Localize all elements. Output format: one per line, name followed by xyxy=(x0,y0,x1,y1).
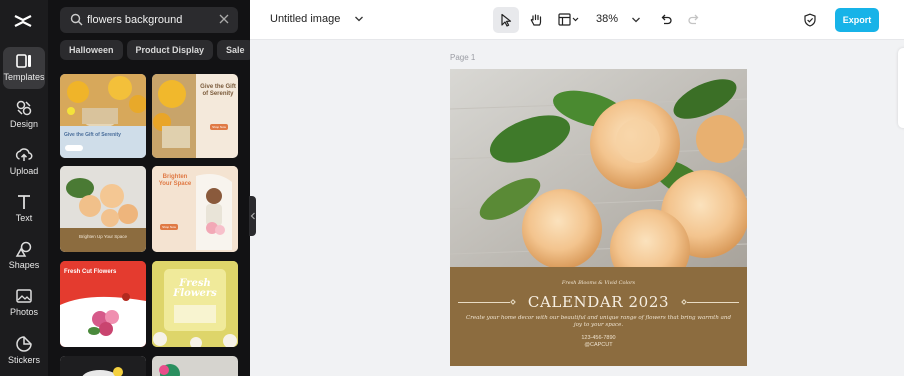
export-button[interactable]: Export xyxy=(835,8,879,32)
chip-halloween[interactable]: Halloween xyxy=(60,40,123,60)
close-icon[interactable] xyxy=(218,13,230,25)
shapes-icon xyxy=(15,241,32,257)
template-thumbnail[interactable]: Brighten Up Your Space xyxy=(60,166,146,252)
page-label: Page 1 xyxy=(450,53,476,62)
chevron-down-icon[interactable] xyxy=(631,16,641,24)
filter-chips: Halloween Product Display Sale xyxy=(60,40,250,60)
rail-label: Templates xyxy=(3,72,45,82)
security-button[interactable] xyxy=(797,7,823,33)
template-thumbnail[interactable]: Give the Gift of Serenity xyxy=(60,74,146,158)
contact-handle: @CAPCUT xyxy=(584,342,613,348)
template-thumbnail[interactable] xyxy=(60,356,146,376)
calendar-text-band[interactable]: Fresh Blooms & Vivid Colors CALENDAR 202… xyxy=(450,267,747,366)
chip-product-display[interactable]: Product Display xyxy=(126,40,214,60)
rail-label: Shapes xyxy=(8,260,40,270)
shield-check-icon xyxy=(804,13,816,27)
rail-label: Photos xyxy=(9,307,39,317)
photos-icon xyxy=(16,289,32,303)
template-preview-image xyxy=(152,356,238,376)
design-icon xyxy=(16,100,32,116)
search-icon xyxy=(70,13,83,26)
hand-tool-button[interactable] xyxy=(523,7,549,33)
template-preview-image xyxy=(60,356,146,376)
capcut-logo-icon xyxy=(14,15,32,27)
search-input[interactable] xyxy=(87,10,217,30)
rail-label: Text xyxy=(15,213,33,223)
template-thumbnail[interactable]: Brighten Your Space Shop Now xyxy=(152,166,238,252)
templates-panel: HalloweenProduct DisplaySale Give the Gi… xyxy=(48,0,250,376)
thumb-button: Shop Now xyxy=(212,125,226,129)
thumb-title: Give the Gift of Serenity xyxy=(200,84,236,97)
search-box[interactable] xyxy=(60,7,238,33)
redo-icon xyxy=(688,14,699,25)
roses-photo[interactable] xyxy=(450,69,747,269)
layout-icon xyxy=(558,13,579,26)
thumb-title: Brighten Your Space xyxy=(158,174,192,187)
pointer-icon xyxy=(501,13,512,27)
document-title[interactable]: Untitled image xyxy=(270,13,340,25)
template-preview-image xyxy=(152,261,238,347)
zoom-level[interactable]: 38% xyxy=(596,13,618,25)
top-bar: Untitled image 38% Export xyxy=(250,0,904,40)
rail-item-templates[interactable]: Templates xyxy=(0,47,48,91)
template-thumbnail[interactable]: Fresh Flowers xyxy=(152,261,238,347)
chevron-down-icon[interactable] xyxy=(354,15,364,23)
rail-item-upload[interactable]: Upload xyxy=(0,141,48,185)
left-rail: Templates Design Upload Text Shapes Phot… xyxy=(0,0,48,376)
calendar-description[interactable]: Create your home decor with our beautifu… xyxy=(466,315,731,329)
template-thumbnail[interactable]: Fresh Cut Flowers xyxy=(60,261,146,347)
thumb-title: Fresh Cut Flowers xyxy=(64,269,117,275)
rail-item-photos[interactable]: Photos xyxy=(0,282,48,326)
undo-button[interactable] xyxy=(653,7,679,33)
panel-collapse-handle[interactable] xyxy=(249,196,256,236)
template-thumbnail[interactable] xyxy=(152,356,238,376)
rail-item-design[interactable]: Design xyxy=(0,94,48,138)
rail-label: Design xyxy=(9,119,38,129)
rail-item-text[interactable]: Text xyxy=(0,188,48,232)
thumb-button: Shop Now xyxy=(162,225,176,229)
right-panel-tab[interactable] xyxy=(898,48,904,128)
divider-line xyxy=(687,302,739,303)
rail-label: Upload xyxy=(9,166,39,176)
resize-button[interactable] xyxy=(552,7,584,33)
app: Templates Design Upload Text Shapes Phot… xyxy=(0,0,904,376)
stickers-icon xyxy=(16,336,32,352)
template-thumbnail[interactable]: Give the Gift of Serenity Shop Now xyxy=(152,74,238,158)
templates-icon xyxy=(16,54,31,68)
chip-sale[interactable]: Sale xyxy=(217,40,250,60)
rail-item-stickers[interactable]: Stickers xyxy=(0,330,48,374)
design-canvas[interactable]: Fresh Blooms & Vivid Colors CALENDAR 202… xyxy=(450,69,747,366)
rail-label: Stickers xyxy=(7,355,40,365)
template-preview-image xyxy=(60,74,146,158)
redo-button[interactable] xyxy=(681,7,707,33)
calendar-contact[interactable]: 123-456-7890 @CAPCUT xyxy=(450,335,747,349)
contact-phone: 123-456-7890 xyxy=(581,335,616,341)
chevron-left-icon xyxy=(250,212,255,220)
thumb-title: Fresh Flowers xyxy=(173,278,217,299)
template-preview-image xyxy=(60,166,146,252)
upload-icon xyxy=(15,148,33,161)
rail-item-shapes[interactable]: Shapes xyxy=(0,235,48,279)
hand-icon xyxy=(530,14,542,26)
thumb-title: Give the Gift of Serenity xyxy=(64,132,121,138)
undo-icon xyxy=(661,14,672,25)
select-tool-button[interactable] xyxy=(493,7,519,33)
thumb-caption: Brighten Up Your Space xyxy=(78,234,128,239)
script-tagline[interactable]: Fresh Blooms & Vivid Colors xyxy=(450,280,747,286)
text-icon xyxy=(18,195,30,209)
